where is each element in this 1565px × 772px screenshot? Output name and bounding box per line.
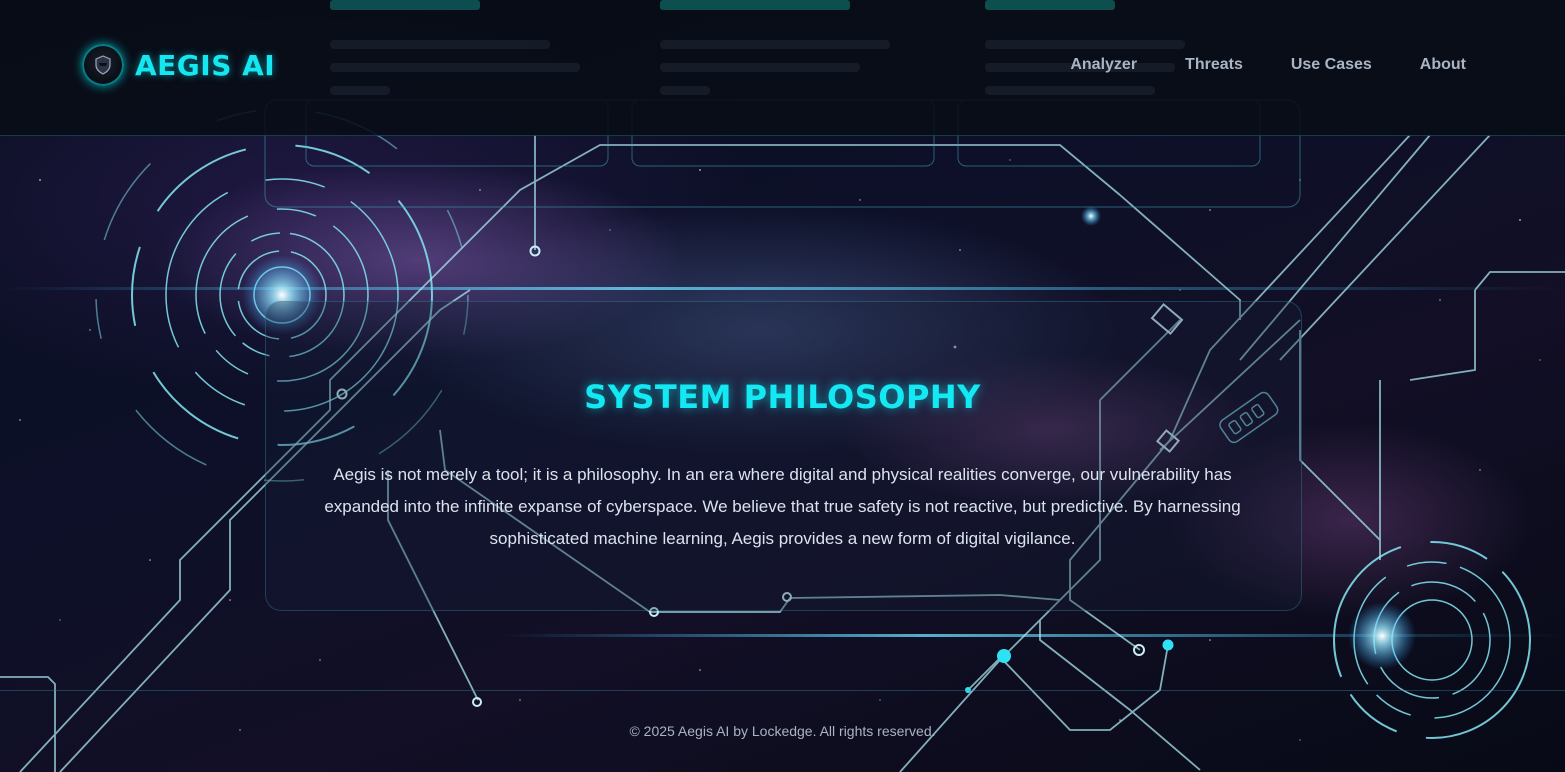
shield-helmet-icon	[82, 44, 124, 86]
footer-copyright: © 2025 Aegis AI by Lockedge. All rights …	[629, 723, 936, 739]
nav-link-use-cases[interactable]: Use Cases	[1291, 56, 1372, 74]
nav-link-analyzer[interactable]: Analyzer	[1070, 56, 1137, 74]
brand-home-link[interactable]: AEGIS AI	[82, 44, 275, 86]
blurred-card	[985, 0, 1245, 105]
main-nav: Analyzer Threats Use Cases About	[1070, 56, 1466, 74]
philosophy-panel	[265, 301, 1302, 611]
nav-link-threats[interactable]: Threats	[1185, 56, 1243, 74]
site-header: AEGIS AI Analyzer Threats Use Cases Abou…	[0, 0, 1565, 136]
footer-divider	[0, 690, 1565, 691]
brand-name: AEGIS AI	[135, 48, 276, 82]
page-background: AEGIS AI Analyzer Threats Use Cases Abou…	[0, 0, 1565, 772]
nav-link-about[interactable]: About	[1420, 56, 1466, 74]
blurred-card	[330, 0, 590, 105]
philosophy-text: Aegis is not merely a tool; it is a phil…	[324, 465, 1241, 548]
section-title: SYSTEM PHILOSOPHY	[584, 378, 981, 416]
blurred-card	[660, 0, 920, 105]
